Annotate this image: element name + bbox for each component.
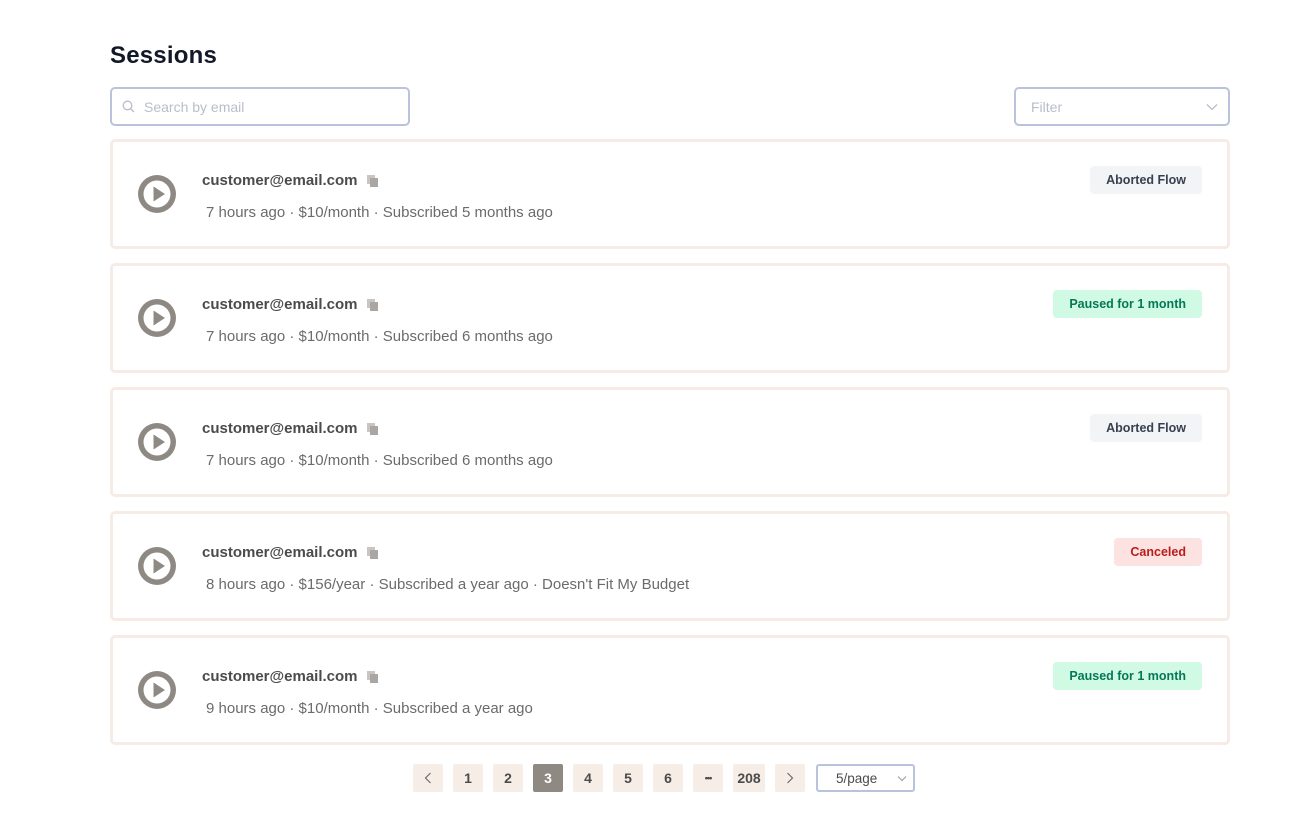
session-meta: 7 hours ago · $10/month · Subscribed 6 m… <box>206 452 553 469</box>
page-size-value: 5/page <box>836 770 878 786</box>
copy-icon[interactable] <box>366 298 379 312</box>
status-badge: Canceled <box>1114 538 1202 566</box>
session-card[interactable]: customer@email.com 8 hours ago · $156/ye… <box>110 511 1230 621</box>
session-card[interactable]: customer@email.com 9 hours ago · $10/mon… <box>110 635 1230 745</box>
copy-icon[interactable] <box>366 174 379 188</box>
session-meta: 7 hours ago · $10/month · Subscribed 6 m… <box>206 328 553 345</box>
email-row: customer@email.com <box>202 172 379 189</box>
chevron-left-icon <box>424 772 432 784</box>
page-button[interactable]: 6 <box>653 764 683 792</box>
chevron-down-icon <box>897 775 907 782</box>
session-email: customer@email.com <box>202 544 358 561</box>
search-input[interactable] <box>144 98 384 115</box>
email-row: customer@email.com <box>202 544 379 561</box>
status-badge: Aborted Flow <box>1090 414 1202 442</box>
chevron-down-icon <box>1206 101 1218 113</box>
filter-placeholder: Filter <box>1031 98 1063 115</box>
chevron-right-icon <box>786 772 794 784</box>
prev-page-button[interactable] <box>413 764 443 792</box>
page-title: Sessions <box>110 42 217 69</box>
session-email: customer@email.com <box>202 420 358 437</box>
session-email: customer@email.com <box>202 296 358 313</box>
filter-select[interactable]: Filter <box>1014 87 1230 126</box>
session-email: customer@email.com <box>202 668 358 685</box>
status-badge: Aborted Flow <box>1090 166 1202 194</box>
session-meta: 8 hours ago · $156/year · Subscribed a y… <box>206 576 690 593</box>
play-icon[interactable] <box>138 299 176 337</box>
session-card[interactable]: customer@email.com 7 hours ago · $10/mon… <box>110 263 1230 373</box>
session-card[interactable]: customer@email.com 7 hours ago · $10/mon… <box>110 387 1230 497</box>
play-icon[interactable] <box>138 671 176 709</box>
page-button[interactable]: 1 <box>453 764 483 792</box>
email-row: customer@email.com <box>202 296 379 313</box>
play-icon[interactable] <box>138 175 176 213</box>
status-badge: Paused for 1 month <box>1053 662 1202 690</box>
page-button-last[interactable]: 208 <box>733 764 765 792</box>
copy-icon[interactable] <box>366 546 379 560</box>
email-row: customer@email.com <box>202 420 379 437</box>
session-meta: 9 hours ago · $10/month · Subscribed a y… <box>206 700 533 717</box>
page-size-select[interactable]: 5/page <box>816 764 915 792</box>
pagination: 1 2 3 4 5 6 ••• 208 5/page <box>413 764 915 792</box>
email-row: customer@email.com <box>202 668 379 685</box>
page-button-current[interactable]: 3 <box>533 764 563 792</box>
page-button[interactable]: 5 <box>613 764 643 792</box>
play-icon[interactable] <box>138 547 176 585</box>
session-list: customer@email.com 7 hours ago · $10/mon… <box>110 139 1230 759</box>
session-meta: 7 hours ago · $10/month · Subscribed 5 m… <box>206 204 553 221</box>
copy-icon[interactable] <box>366 422 379 436</box>
status-badge: Paused for 1 month <box>1053 290 1202 318</box>
page-button[interactable]: 4 <box>573 764 603 792</box>
search-icon <box>122 100 136 114</box>
page-button[interactable]: 2 <box>493 764 523 792</box>
copy-icon[interactable] <box>366 670 379 684</box>
session-card[interactable]: customer@email.com 7 hours ago · $10/mon… <box>110 139 1230 249</box>
search-box[interactable] <box>110 87 410 126</box>
page-ellipsis[interactable]: ••• <box>693 764 723 792</box>
next-page-button[interactable] <box>775 764 805 792</box>
play-icon[interactable] <box>138 423 176 461</box>
session-email: customer@email.com <box>202 172 358 189</box>
